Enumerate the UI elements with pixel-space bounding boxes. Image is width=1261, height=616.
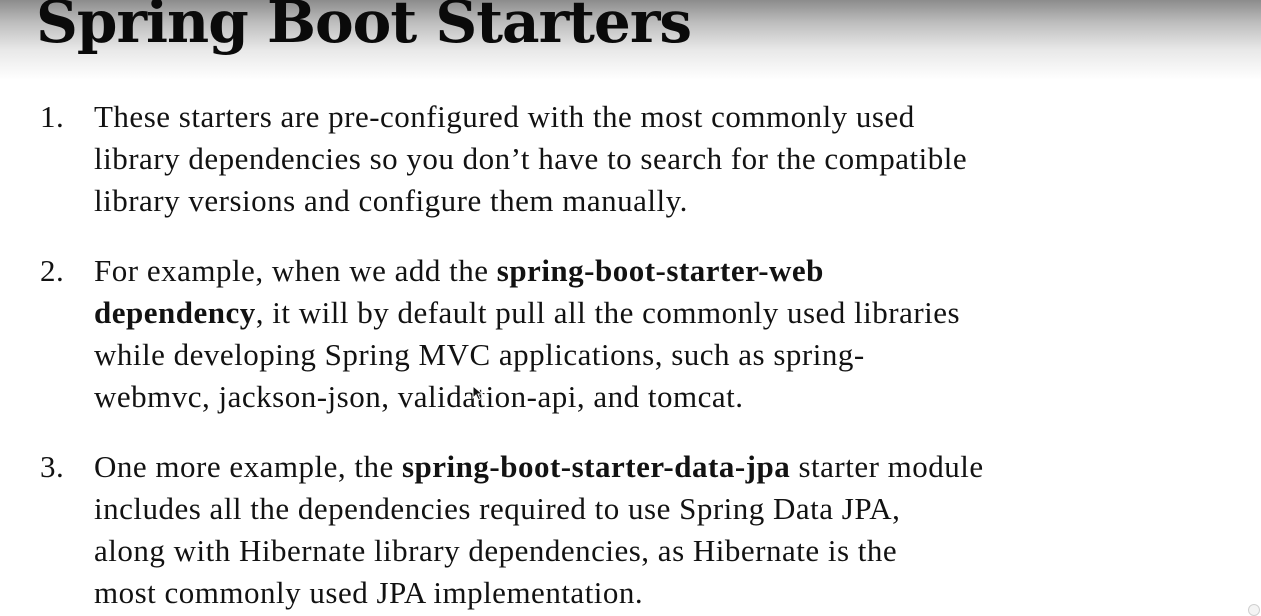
point-line: One more example, the spring-boot-starte… [94, 446, 984, 488]
line-text: library dependencies so you don’t have t… [94, 141, 968, 176]
line-text: includes all the dependencies required t… [94, 491, 901, 526]
point-number: 2. [40, 253, 65, 288]
point-line: These starters are pre-configured with t… [94, 96, 984, 138]
line-text: while developing Spring MVC applications… [94, 337, 865, 372]
point-line: most commonly used JPA implementation. [94, 572, 984, 614]
point-line: library versions and configure them manu… [94, 180, 984, 222]
point-item: 2. For example, when we add the spring-b… [0, 250, 984, 418]
point-line: includes all the dependencies required t… [94, 488, 984, 530]
line-text: For example, when we add the [94, 253, 497, 288]
line-text: One more example, the [94, 449, 402, 484]
point-number: 3. [40, 449, 65, 484]
line-text: webmvc, jackson-json, validation-api, an… [94, 379, 744, 414]
point-number: 1. [40, 99, 65, 134]
point-line: webmvc, jackson-json, validation-api, an… [94, 376, 984, 418]
starter-name-bold: spring-boot-starter-data-jpa [401, 449, 791, 484]
points-list: 1. These starters are pre-configured wit… [0, 96, 984, 614]
line-text: These starters are pre-configured with t… [94, 99, 915, 134]
point-item: 1. These starters are pre-configured wit… [0, 96, 984, 222]
line-text: along with Hibernate library dependencie… [94, 533, 898, 568]
line-text: most commonly used JPA implementation. [94, 575, 644, 610]
point-line: For example, when we add the spring-boot… [94, 250, 984, 292]
dependency-bold: dependency [94, 295, 256, 330]
point-line: library dependencies so you don’t have t… [94, 138, 984, 180]
line-text: , it will by default pull all the common… [255, 295, 961, 330]
point-line: along with Hibernate library dependencie… [94, 530, 984, 572]
point-line: while developing Spring MVC applications… [94, 334, 984, 376]
player-corner-icon[interactable] [1248, 604, 1260, 616]
point-line: dependency, it will by default pull all … [94, 292, 984, 334]
starter-name-bold: spring-boot-starter-web [496, 253, 824, 288]
point-item: 3. One more example, the spring-boot-sta… [0, 446, 984, 614]
slide-title: Spring Boot Starters [36, 0, 692, 56]
line-text: starter module [790, 449, 984, 484]
mouse-pointer-icon [472, 385, 484, 401]
line-text: library versions and configure them manu… [94, 183, 688, 218]
